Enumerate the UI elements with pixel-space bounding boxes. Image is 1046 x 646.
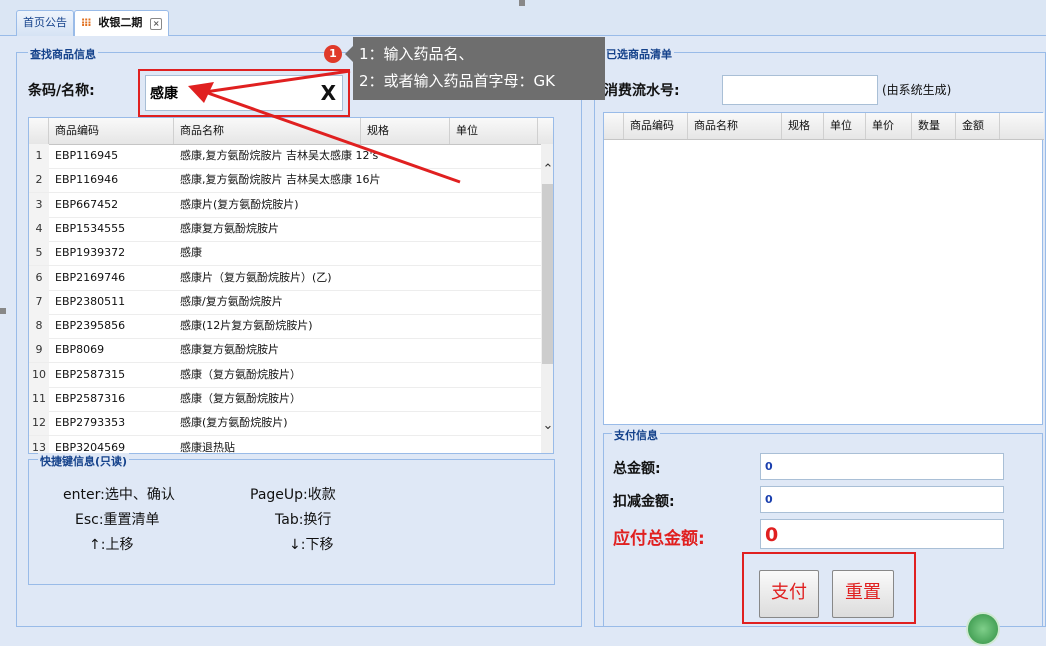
arrow-guide [204,69,351,94]
hint-tooltip: 1：输入药品名、 2：或者输入药品首字母：GK [353,37,605,100]
tooltip-line-2: 2：或者输入药品首字母：GK [359,72,556,90]
tooltip-pointer [345,46,353,62]
arrow-shaft [204,90,461,184]
step-badge: 1 [324,45,342,63]
tooltip-line-1: 1：输入药品名、 [359,45,474,63]
